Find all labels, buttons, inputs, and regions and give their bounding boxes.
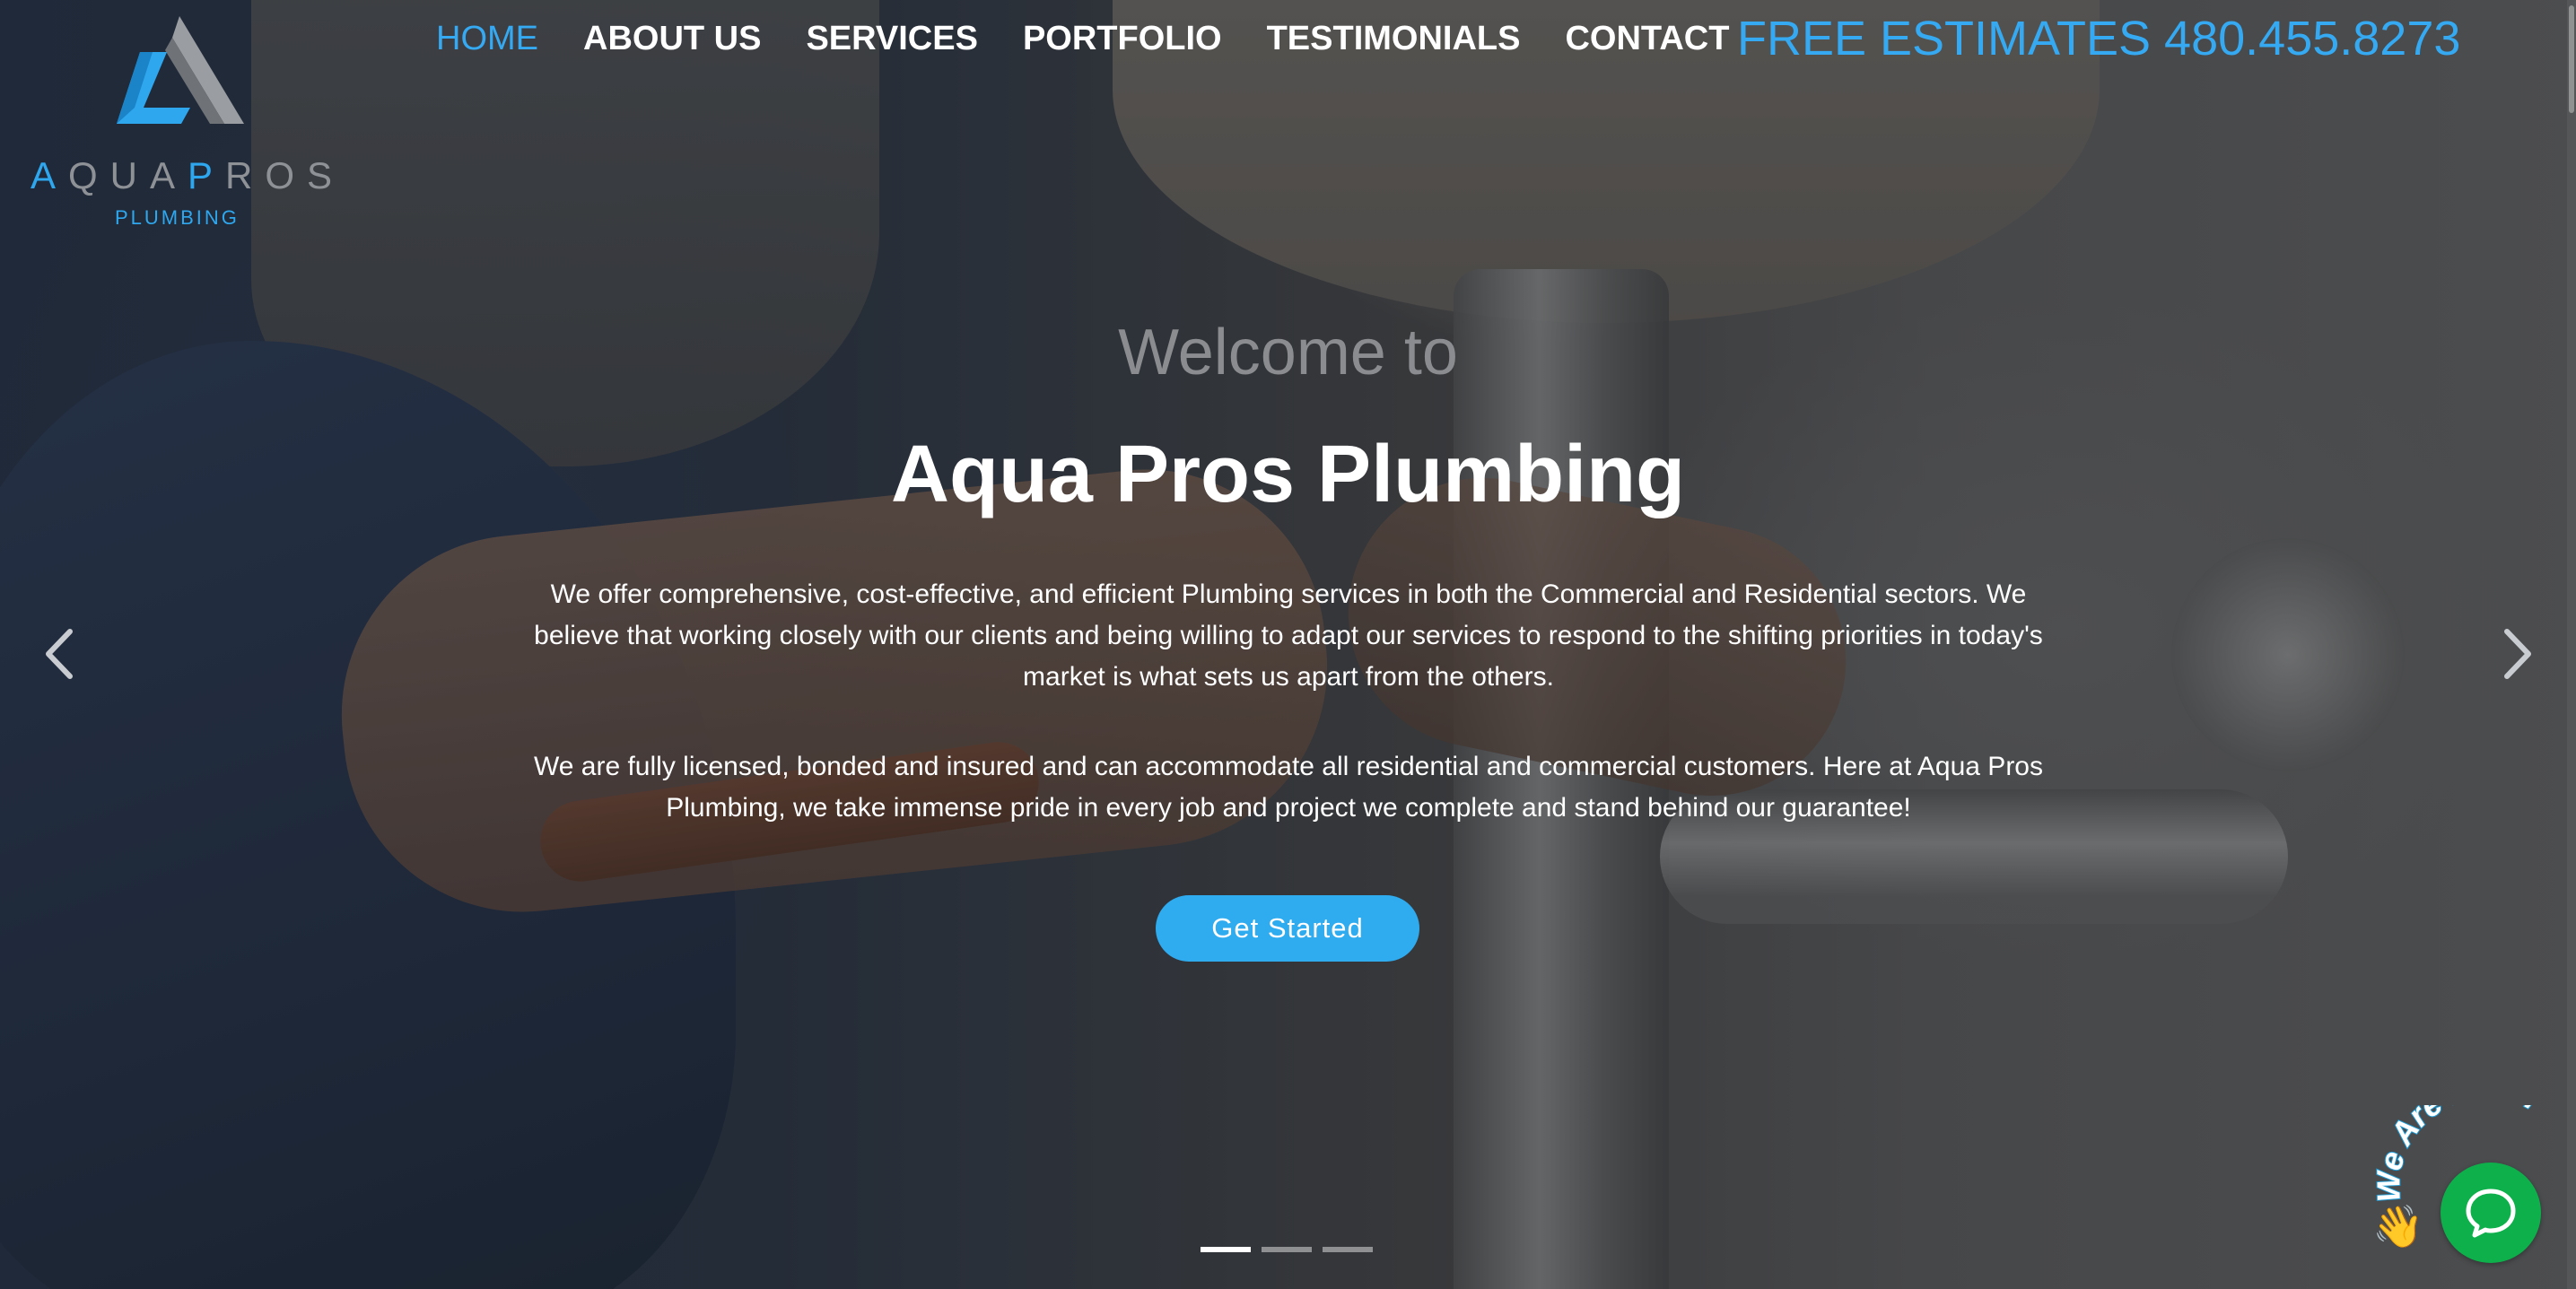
chat-open-button[interactable] bbox=[2441, 1163, 2541, 1263]
chat-bubble-icon bbox=[2466, 1189, 2516, 1238]
nav-contact[interactable]: CONTACT bbox=[1565, 20, 1729, 58]
free-estimates-phone-link[interactable]: FREE ESTIMATES 480.455.8273 bbox=[1737, 11, 2460, 66]
waving-hand-icon: 👋 bbox=[2372, 1203, 2424, 1250]
logo-subtitle: PLUMBING bbox=[115, 206, 240, 229]
chevron-left-icon bbox=[46, 629, 73, 679]
get-started-button[interactable]: Get Started bbox=[1156, 895, 1419, 962]
nav-home[interactable]: HOME bbox=[436, 20, 538, 58]
carousel-indicator-3[interactable] bbox=[1323, 1247, 1373, 1252]
hero-paragraph-1: We offer comprehensive, cost-effective, … bbox=[534, 579, 2043, 692]
scrollbar-thumb[interactable] bbox=[2569, 5, 2574, 113]
chevron-right-icon bbox=[2504, 629, 2531, 679]
logo-mark-icon bbox=[117, 16, 244, 124]
nav-services[interactable]: SERVICES bbox=[806, 20, 977, 58]
carousel-prev-button[interactable] bbox=[38, 623, 83, 685]
hero-paragraph-2: We are fully licensed, bonded and insure… bbox=[533, 752, 2043, 823]
hero-title: Aqua Pros Plumbing bbox=[890, 430, 1686, 519]
hero-welcome: Welcome to bbox=[1118, 317, 1458, 388]
carousel-indicator-1[interactable] bbox=[1201, 1247, 1251, 1252]
nav-about-us[interactable]: ABOUT US bbox=[583, 20, 761, 58]
chat-widget[interactable]: We Are Here! 👋 bbox=[2365, 1105, 2576, 1289]
page-scrollbar[interactable] bbox=[2567, 0, 2576, 1289]
carousel-indicator-2[interactable] bbox=[1262, 1247, 1312, 1252]
carousel-next-button[interactable] bbox=[2494, 623, 2539, 685]
logo-wordmark: AQUAPROS bbox=[31, 154, 345, 196]
carousel-indicators bbox=[1201, 1247, 1373, 1252]
main-nav: HOME ABOUT US SERVICES PORTFOLIO TESTIMO… bbox=[436, 16, 1774, 61]
site-logo[interactable]: AQUAPROS PLUMBING bbox=[27, 16, 332, 229]
nav-portfolio[interactable]: PORTFOLIO bbox=[1023, 20, 1222, 58]
nav-testimonials[interactable]: TESTIMONIALS bbox=[1267, 20, 1521, 58]
